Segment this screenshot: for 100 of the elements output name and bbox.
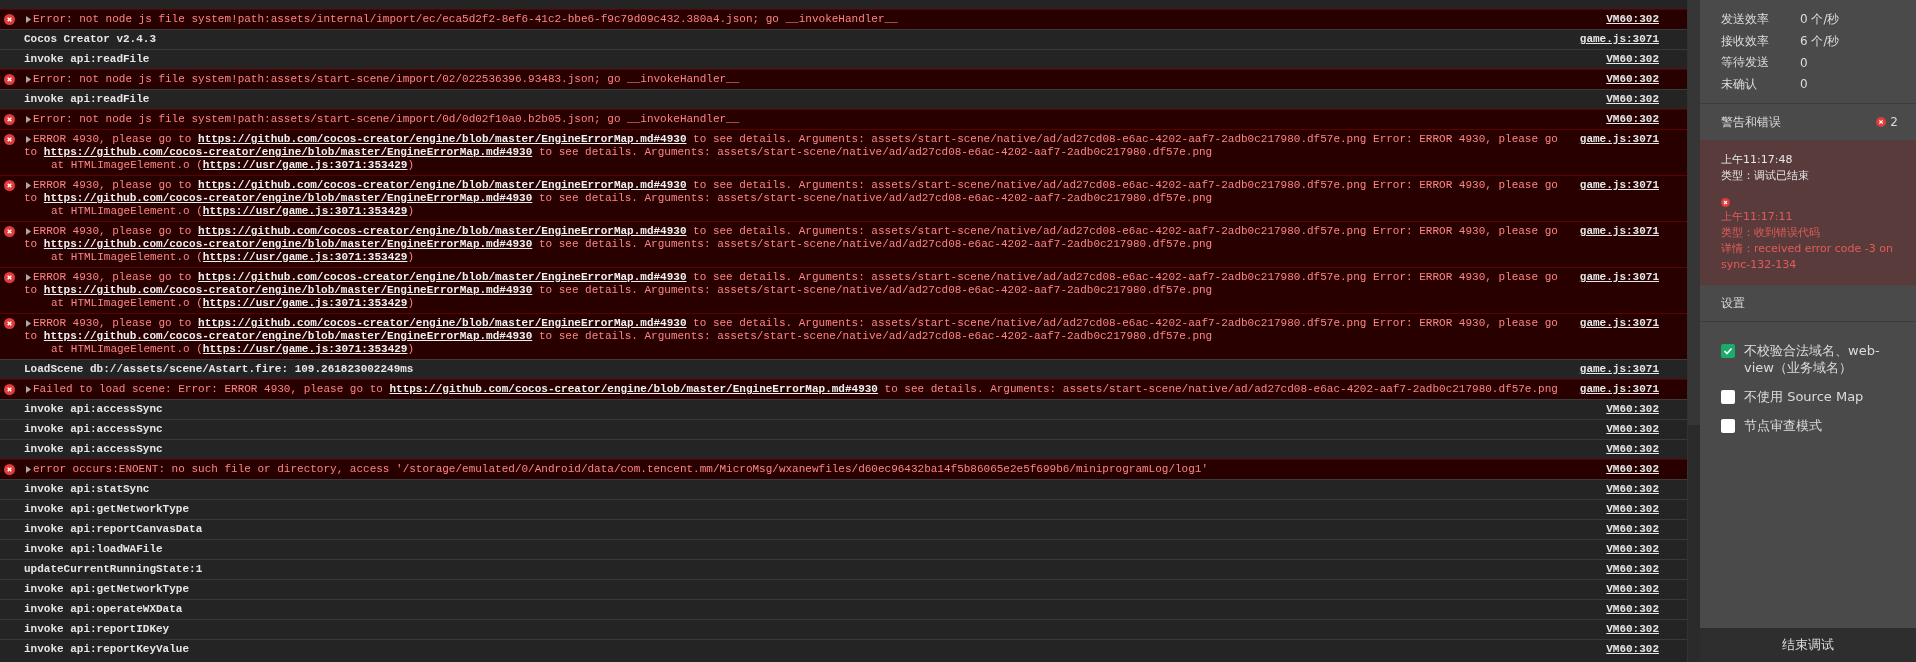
link[interactable]: https://github.com/cocos-creator/engine/blob/master/EngineErrorMap.md#4930	[43, 192, 533, 204]
source-link[interactable]: VM60:302	[1606, 13, 1659, 26]
expand-arrow-icon[interactable]	[24, 115, 33, 124]
source-link[interactable]: game.js:3071	[1579, 363, 1659, 376]
link[interactable]: https://github.com/cocos-creator/engine/blob/master/EngineErrorMap.md#4930	[198, 317, 687, 329]
warning-text: 类型：收到错误代码	[1721, 225, 1821, 241]
log-message: invoke api:getNetworkType	[24, 503, 190, 516]
expand-arrow-icon[interactable]	[24, 135, 33, 144]
end-debug-button[interactable]: 结束调试	[1700, 628, 1916, 662]
log-message: invoke api:readFile	[24, 53, 150, 66]
stack-trace: at HTMLImageElement.o (https://usr/game.js:3071:353429)	[51, 343, 415, 356]
source-link[interactable]: VM60:302	[1606, 603, 1659, 616]
stat-label: 未确认	[1721, 75, 1758, 93]
error-message: error occurs:ENOENT: no such file or directory, access '/storage/emulated/0/Android/data/com.tencent.mm/MicroMsg/wxanewfiles/d60ec96432ba14f5b86065e2e5f699b6/miniprogramLog/log1'	[33, 463, 1208, 476]
source-link[interactable]: VM60:302	[1606, 463, 1659, 476]
error-icon	[4, 226, 15, 237]
checkbox[interactable]	[1721, 419, 1735, 433]
stat-value: 0 个/秒	[1800, 11, 1840, 29]
link[interactable]: https://github.com/cocos-creator/engine/blob/master/EngineErrorMap.md#4930	[198, 133, 687, 145]
error-message: ERROR 4930, please go to https://github.com/cocos-creator/engine/blob/master/EngineErrorMap.md#4930 to see details. Arguments: assets/start-scene/native/ad/ad27cd08-e6ac-4202-aaf7-2adb0c217980.df57e.png Error: ERROR 4930, please go	[33, 317, 1558, 330]
error-message: to https://github.com/cocos-creator/engine/blob/master/EngineErrorMap.md#4930 to see details. Arguments: assets/start-scene/native/ad/ad27cd08-e6ac-4202-aaf7-2adb0c217980.df57e.png	[24, 146, 1213, 159]
link[interactable]: https://github.com/cocos-creator/engine/blob/master/EngineErrorMap.md#4930	[198, 225, 687, 237]
checkbox-label: 不校验合法域名、web-view（业务域名）	[1744, 342, 1881, 376]
scrollbar[interactable]	[1687, 0, 1700, 662]
source-link[interactable]: VM60:302	[1606, 93, 1659, 106]
error-message: ERROR 4930, please go to https://github.com/cocos-creator/engine/blob/master/EngineErrorMap.md#4930 to see details. Arguments: assets/start-scene/native/ad/ad27cd08-e6ac-4202-aaf7-2adb0c217980.df57e.png Error: ERROR 4930, please go	[33, 133, 1558, 146]
source-link[interactable]: game.js:3071	[1579, 225, 1659, 238]
log-message: LoadScene db://assets/scene/Astart.fire: 109.261823002249ms	[24, 363, 414, 376]
source-link[interactable]: VM60:302	[1606, 523, 1659, 536]
source-link[interactable]: VM60:302	[1606, 443, 1659, 456]
expand-arrow-icon[interactable]	[24, 15, 33, 24]
link[interactable]: https://usr/game.js:3071:353429	[202, 205, 408, 217]
checkbox-label: 不使用 Source Map	[1744, 388, 1864, 405]
error-icon	[4, 464, 15, 475]
log-message: invoke api:accessSync	[24, 443, 163, 456]
checkbox[interactable]	[1721, 344, 1735, 358]
source-link[interactable]: VM60:302	[1606, 423, 1659, 436]
stat-label: 发送效率	[1721, 11, 1770, 29]
section-title: 设置	[1721, 294, 1745, 312]
source-link[interactable]: VM60:302	[1606, 403, 1659, 416]
expand-arrow-icon[interactable]	[24, 385, 33, 394]
link[interactable]: https://github.com/cocos-creator/engine/blob/master/EngineErrorMap.md#4930	[43, 146, 533, 158]
link[interactable]: https://usr/game.js:3071:353429	[202, 297, 408, 309]
error-icon	[4, 114, 15, 125]
source-link[interactable]: VM60:302	[1606, 483, 1659, 496]
source-link[interactable]: VM60:302	[1606, 623, 1659, 636]
expand-arrow-icon[interactable]	[24, 75, 33, 84]
log-message: invoke api:accessSync	[24, 403, 163, 416]
log-message: invoke api:getNetworkType	[24, 583, 190, 596]
source-link[interactable]: game.js:3071	[1579, 133, 1659, 146]
error-count: 2	[1890, 115, 1898, 129]
checkbox[interactable]	[1721, 390, 1735, 404]
stack-trace: at HTMLImageElement.o (https://usr/game.js:3071:353429)	[51, 297, 415, 310]
log-message: invoke api:readFile	[24, 93, 150, 106]
source-link[interactable]: VM60:302	[1606, 543, 1659, 556]
expand-arrow-icon[interactable]	[24, 273, 33, 282]
expand-arrow-icon[interactable]	[24, 319, 33, 328]
stack-trace: at HTMLImageElement.o (https://usr/game.js:3071:353429)	[51, 251, 415, 264]
error-message: to https://github.com/cocos-creator/engine/blob/master/EngineErrorMap.md#4930 to see details. Arguments: assets/start-scene/native/ad/ad27cd08-e6ac-4202-aaf7-2adb0c217980.df57e.png	[24, 330, 1213, 343]
link[interactable]: https://github.com/cocos-creator/engine/blob/master/EngineErrorMap.md#4930	[198, 179, 687, 191]
source-link[interactable]: game.js:3071	[1579, 317, 1659, 330]
source-link[interactable]: VM60:302	[1606, 113, 1659, 126]
checkbox-label: 节点审查模式	[1744, 417, 1822, 434]
source-link[interactable]: game.js:3071	[1579, 271, 1659, 284]
error-message: ERROR 4930, please go to https://github.com/cocos-creator/engine/blob/master/EngineErrorMap.md#4930 to see details. Arguments: assets/start-scene/native/ad/ad27cd08-e6ac-4202-aaf7-2adb0c217980.df57e.png Error: ERROR 4930, please go	[33, 271, 1558, 284]
link[interactable]: https://github.com/cocos-creator/engine/blob/master/EngineErrorMap.md#4930	[43, 238, 533, 250]
link[interactable]: https://github.com/cocos-creator/engine/blob/master/EngineErrorMap.md#4930	[43, 330, 533, 342]
error-icon	[1876, 117, 1887, 127]
stat-label: 接收效率	[1721, 32, 1770, 50]
link[interactable]: https://github.com/cocos-creator/engine/blob/master/EngineErrorMap.md#4930	[198, 271, 687, 283]
error-icon	[4, 384, 15, 395]
source-link[interactable]: VM60:302	[1606, 503, 1659, 516]
section-title: 警告和错误	[1721, 113, 1781, 131]
source-link[interactable]: VM60:302	[1606, 53, 1659, 66]
link[interactable]: https://usr/game.js:3071:353429	[202, 343, 408, 355]
source-link[interactable]: game.js:3071	[1579, 179, 1659, 192]
expand-arrow-icon[interactable]	[24, 465, 33, 474]
error-icon	[4, 134, 15, 145]
expand-arrow-icon[interactable]	[24, 227, 33, 236]
expand-arrow-icon[interactable]	[24, 181, 33, 190]
link[interactable]: https://usr/game.js:3071:353429	[202, 159, 408, 171]
link[interactable]: https://github.com/cocos-creator/engine/blob/master/EngineErrorMap.md#4930	[389, 383, 878, 395]
link[interactable]: https://usr/game.js:3071:353429	[202, 251, 408, 263]
link[interactable]: https://github.com/cocos-creator/engine/blob/master/EngineErrorMap.md#4930	[43, 284, 533, 296]
error-message: to https://github.com/cocos-creator/engine/blob/master/EngineErrorMap.md#4930 to see details. Arguments: assets/start-scene/native/ad/ad27cd08-e6ac-4202-aaf7-2adb0c217980.df57e.png	[24, 284, 1213, 297]
stat-label: 等待发送	[1721, 54, 1770, 72]
source-link[interactable]: VM60:302	[1606, 73, 1659, 86]
source-link[interactable]: VM60:302	[1606, 583, 1659, 596]
error-message: to https://github.com/cocos-creator/engine/blob/master/EngineErrorMap.md#4930 to see details. Arguments: assets/start-scene/native/ad/ad27cd08-e6ac-4202-aaf7-2adb0c217980.df57e.png	[24, 192, 1213, 205]
warning-text: 上午11:17:11	[1721, 209, 1794, 225]
error-message: to https://github.com/cocos-creator/engine/blob/master/EngineErrorMap.md#4930 to see details. Arguments: assets/start-scene/native/ad/ad27cd08-e6ac-4202-aaf7-2adb0c217980.df57e.png	[24, 238, 1213, 251]
error-message: Error: not node js file system!path:assets/start-scene/import/0d/0d02f10a0.b2b05.json; go __invokeHandler__	[33, 113, 740, 126]
source-link[interactable]: VM60:302	[1606, 643, 1659, 656]
error-icon	[4, 180, 15, 191]
stat-value: 0	[1800, 77, 1808, 92]
source-link[interactable]: VM60:302	[1606, 563, 1659, 576]
source-link[interactable]: game.js:3071	[1579, 383, 1659, 396]
source-link[interactable]: game.js:3071	[1579, 33, 1659, 46]
error-message: Failed to load scene: Error: ERROR 4930, please go to https://github.com/cocos-creator/engine/blob/master/EngineErrorMap.md#4930 to see details. Arguments: assets/start-scene/native/ad/ad27cd08-e6ac-4202-aaf7-2adb0c217980.df57e.png	[33, 383, 1558, 396]
error-icon	[4, 318, 15, 329]
